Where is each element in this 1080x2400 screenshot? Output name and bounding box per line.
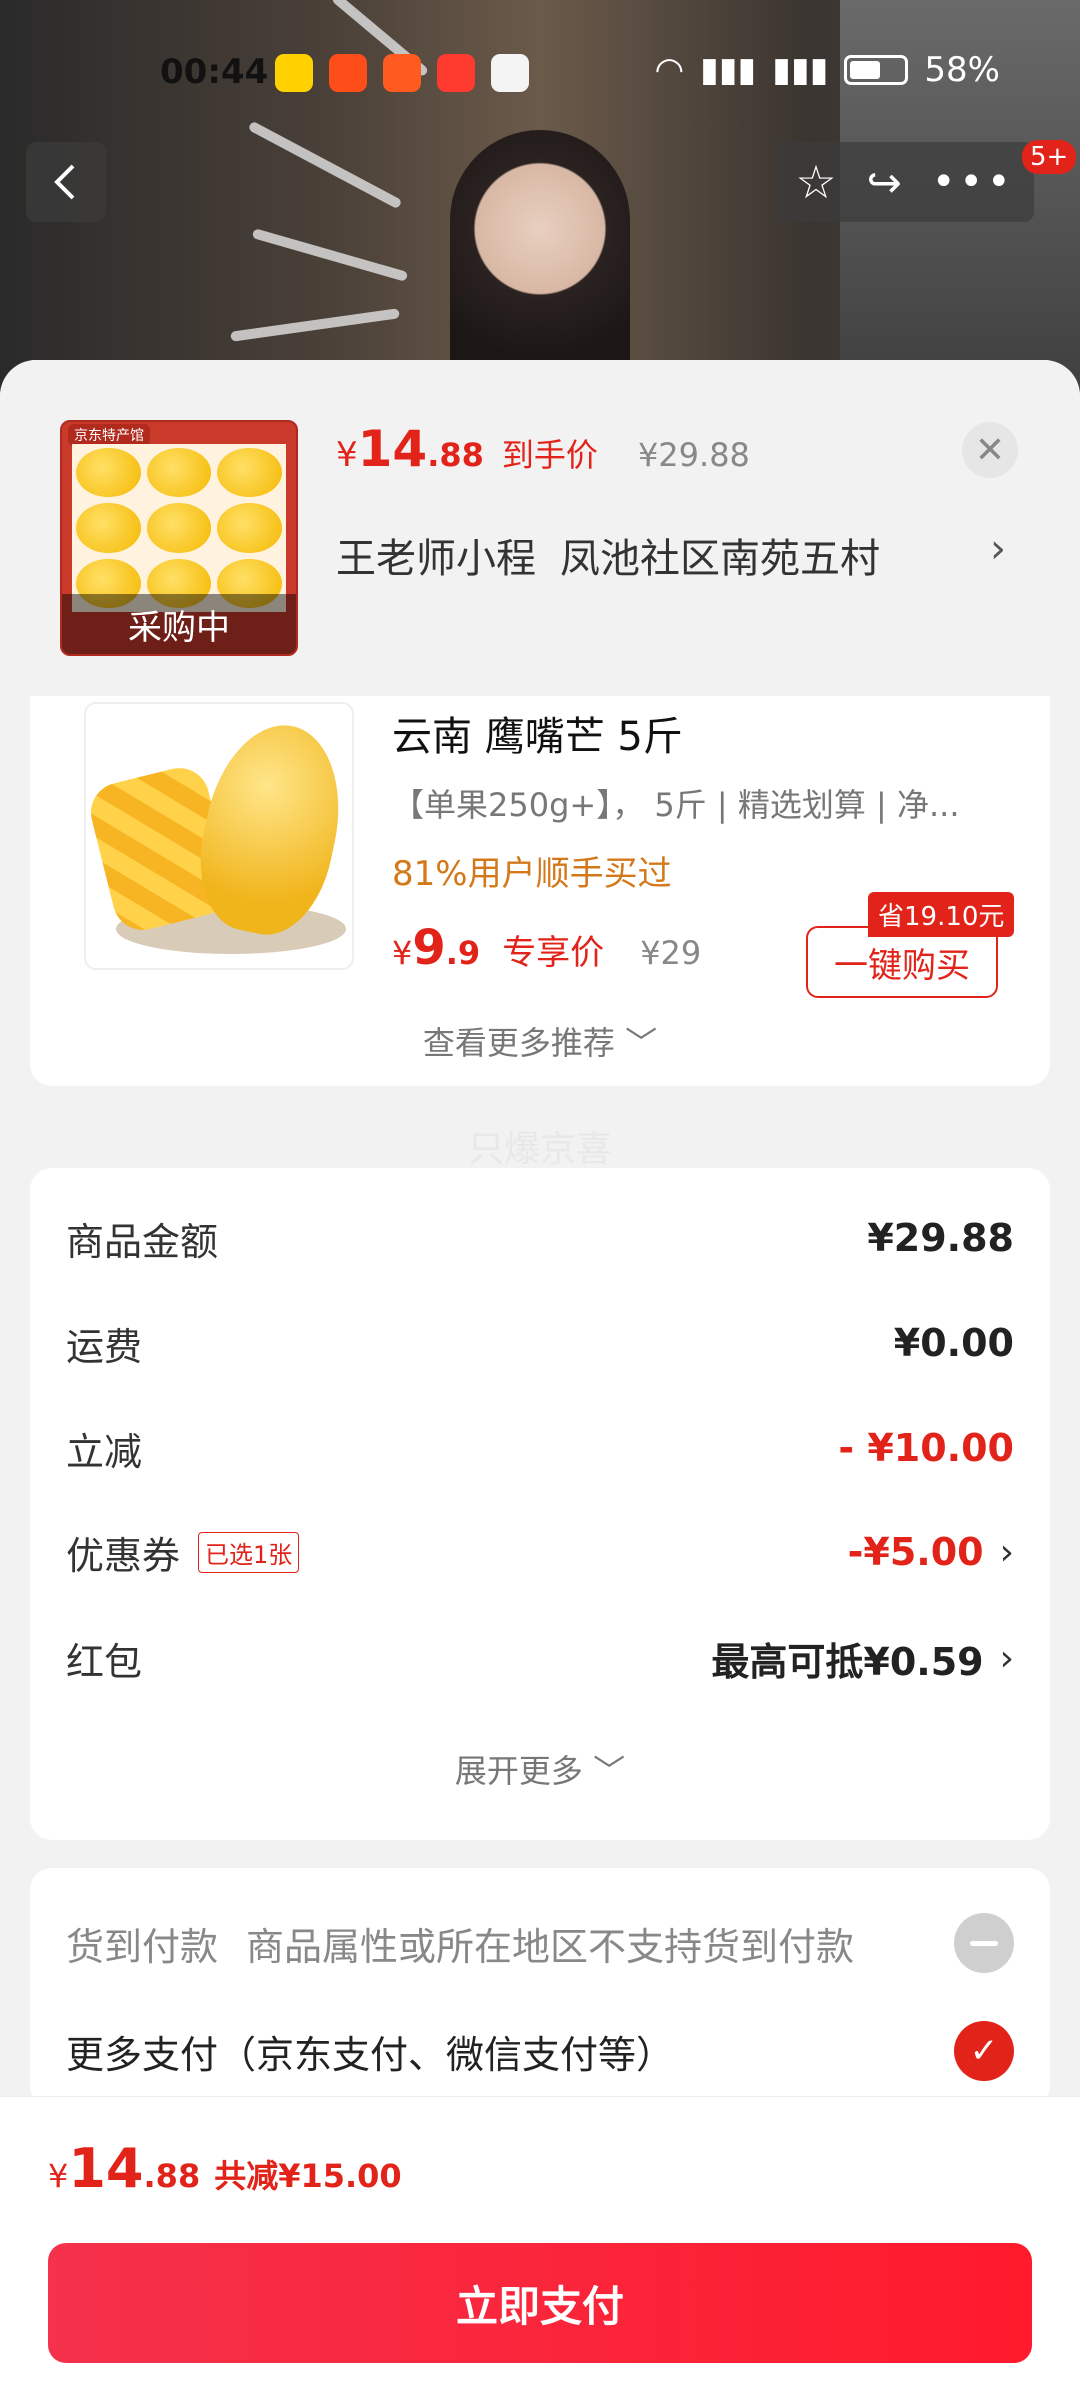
total-savings: 共减¥15.00 xyxy=(214,2157,402,2195)
product-thumbnail[interactable]: 京东特产馆 采购中 xyxy=(60,420,298,656)
coupon-label: 优惠券 xyxy=(66,1533,181,1578)
price-tag: 到手价 xyxy=(501,436,598,474)
price-decimal: .9 xyxy=(445,934,481,972)
shipping-label: 运费 xyxy=(66,1324,143,1369)
coupon-label-group: 优惠券 已选1张 xyxy=(66,1525,300,1580)
view-more-recommendations[interactable]: 查看更多推荐 ﹀ xyxy=(30,1018,1050,1064)
signal-icon: ▮▮▮ xyxy=(700,50,757,90)
cod-row: 货到付款 商品属性或所在地区不支持货到付款 xyxy=(66,1908,1014,1978)
rec-price: ¥ 9 .9 专享价 ¥29 xyxy=(392,920,701,976)
purchasing-overlay: 采购中 xyxy=(62,594,296,654)
currency-symbol: ¥ xyxy=(336,435,358,475)
rec-product-name[interactable]: 云南 鹰嘴芒 5斤 xyxy=(392,704,683,762)
star-icon[interactable]: ☆ xyxy=(795,155,836,209)
save-badge: 省19.10元 xyxy=(868,892,1015,937)
top-actions: ☆ ↪ ••• xyxy=(776,142,1034,222)
more-payment-label: 更多支付（京东支付、微信支付等） xyxy=(66,2032,675,2077)
price-integer: 14 xyxy=(357,420,428,478)
shipping-value: ¥0.00 xyxy=(893,1321,1014,1365)
order-header: 京东特产馆 采购中 ¥ 14 .88 到手价 ¥29.88 ✕ 王老师小程 凤池… xyxy=(0,360,1080,696)
signal-icon-2: ▮▮▮ xyxy=(772,50,829,90)
instant-discount-label: 立减 xyxy=(66,1429,143,1474)
goods-amount-row: 商品金额 ¥29.88 xyxy=(66,1208,1014,1268)
man-app-icon xyxy=(437,54,475,92)
footer-total: ¥ 14 .88 共减¥15.00 xyxy=(48,2137,402,2200)
status-right: ◠ ▮▮▮ ▮▮▮ 58% xyxy=(654,50,1000,90)
amount-summary-card: 商品金额 ¥29.88 运费 ¥0.00 立减 - ¥10.00 优惠券 已选1… xyxy=(30,1168,1050,1840)
battery-icon xyxy=(844,55,909,85)
kuaishou-icon xyxy=(383,54,421,92)
back-button[interactable] xyxy=(26,142,106,222)
wifi-icon: ◠ xyxy=(654,50,685,90)
rec-bought-rate: 81%用户顺手买过 xyxy=(392,854,672,894)
watermark-text: 只爆京喜 xyxy=(467,1129,612,1170)
red-packet-label: 红包 xyxy=(66,1639,143,1684)
status-time: 00:44 xyxy=(160,52,269,92)
red-packet-row[interactable]: 红包 最高可抵¥0.59 › xyxy=(66,1628,1014,1688)
battery-percent: 58% xyxy=(924,50,1000,90)
original-price: ¥29.88 xyxy=(637,436,750,474)
final-price: ¥ 14 .88 到手价 ¥29.88 xyxy=(336,420,750,478)
instant-discount-row: 立减 - ¥10.00 xyxy=(66,1418,1014,1478)
currency-symbol: ¥ xyxy=(392,934,413,972)
coupon-value: -¥5.00 xyxy=(847,1530,984,1574)
price-tag: 专享价 xyxy=(502,933,605,973)
notification-badge: 5+ xyxy=(1022,140,1077,174)
close-button[interactable]: ✕ xyxy=(962,422,1018,478)
cod-label: 货到付款 xyxy=(66,1924,219,1969)
coupon-selected-tag: 已选1张 xyxy=(198,1531,300,1573)
check-icon[interactable]: ✓ xyxy=(954,2021,1014,2081)
chevron-right-icon: › xyxy=(999,1637,1014,1679)
close-icon: ✕ xyxy=(974,429,1006,471)
recipient-name: 王老师小程 xyxy=(336,536,536,582)
goods-amount-label: 商品金额 xyxy=(66,1219,219,1264)
payment-method-card: 货到付款 商品属性或所在地区不支持货到付款 更多支付（京东支付、微信支付等） ✓ xyxy=(30,1868,1050,2108)
brand-logo: 京东特产馆 xyxy=(68,424,150,446)
red-packet-value-group: 最高可抵¥0.59 › xyxy=(711,1631,1014,1686)
disabled-icon xyxy=(954,1913,1014,1973)
chevron-right-icon[interactable]: › xyxy=(990,526,1006,572)
shipping-row: 运费 ¥0.00 xyxy=(66,1313,1014,1373)
streamer-figure xyxy=(450,130,630,390)
checkout-sheet: 京东特产馆 采购中 ¥ 14 .88 到手价 ¥29.88 ✕ 王老师小程 凤池… xyxy=(0,360,1080,2400)
chevron-right-icon: › xyxy=(999,1531,1014,1573)
expand-more[interactable]: 展开更多 ﹀ xyxy=(30,1746,1050,1792)
more-icon[interactable]: ••• xyxy=(932,159,1015,205)
price-integer: 9 xyxy=(412,920,446,976)
address-text: 凤池社区南苑五村 xyxy=(560,536,880,582)
recommendation-card: 云南 鹰嘴芒 5斤 【单果250g+】， 5斤 | 精选划算 | 净... 81… xyxy=(30,696,1050,1086)
background-light-stripe xyxy=(230,308,400,342)
realme-icon xyxy=(491,54,529,92)
share-icon[interactable]: ↪ xyxy=(867,158,902,207)
original-price: ¥29 xyxy=(640,934,702,972)
background-light-stripe xyxy=(251,228,409,282)
mango-product-image[interactable] xyxy=(84,702,354,970)
chevron-left-icon xyxy=(54,164,75,200)
total-integer: 14 xyxy=(68,2137,144,2200)
currency-symbol: ¥ xyxy=(48,2157,69,2195)
coupon-value-group: -¥5.00 › xyxy=(848,1530,1014,1574)
background-light-stripe xyxy=(247,120,403,210)
pay-now-button[interactable]: 立即支付 xyxy=(48,2243,1032,2363)
price-decimal: .88 xyxy=(427,436,484,474)
instant-discount-value: - ¥10.00 xyxy=(838,1426,1014,1470)
taobao-icon xyxy=(329,54,367,92)
mango-box-image xyxy=(72,444,286,612)
shipping-address[interactable]: 王老师小程 凤池社区南苑五村 xyxy=(336,526,880,584)
more-payment-row[interactable]: 更多支付（京东支付、微信支付等） ✓ xyxy=(66,2016,1014,2086)
meituan-icon xyxy=(275,54,313,92)
red-packet-value: 最高可抵¥0.59 xyxy=(711,1639,984,1684)
rec-product-desc: 【单果250g+】， 5斤 | 精选划算 | 净... xyxy=(392,786,960,824)
total-decimal: .88 xyxy=(143,2157,201,2195)
goods-amount-value: ¥29.88 xyxy=(867,1216,1014,1260)
status-bar: 00:44 ◠ ▮▮▮ ▮▮▮ 58% xyxy=(0,40,1080,110)
notification-app-icons xyxy=(275,54,529,92)
coupon-row[interactable]: 优惠券 已选1张 -¥5.00 › xyxy=(66,1522,1014,1582)
cod-desc: 商品属性或所在地区不支持货到付款 xyxy=(246,1924,855,1969)
checkout-footer: ¥ 14 .88 共减¥15.00 立即支付 xyxy=(0,2096,1080,2400)
